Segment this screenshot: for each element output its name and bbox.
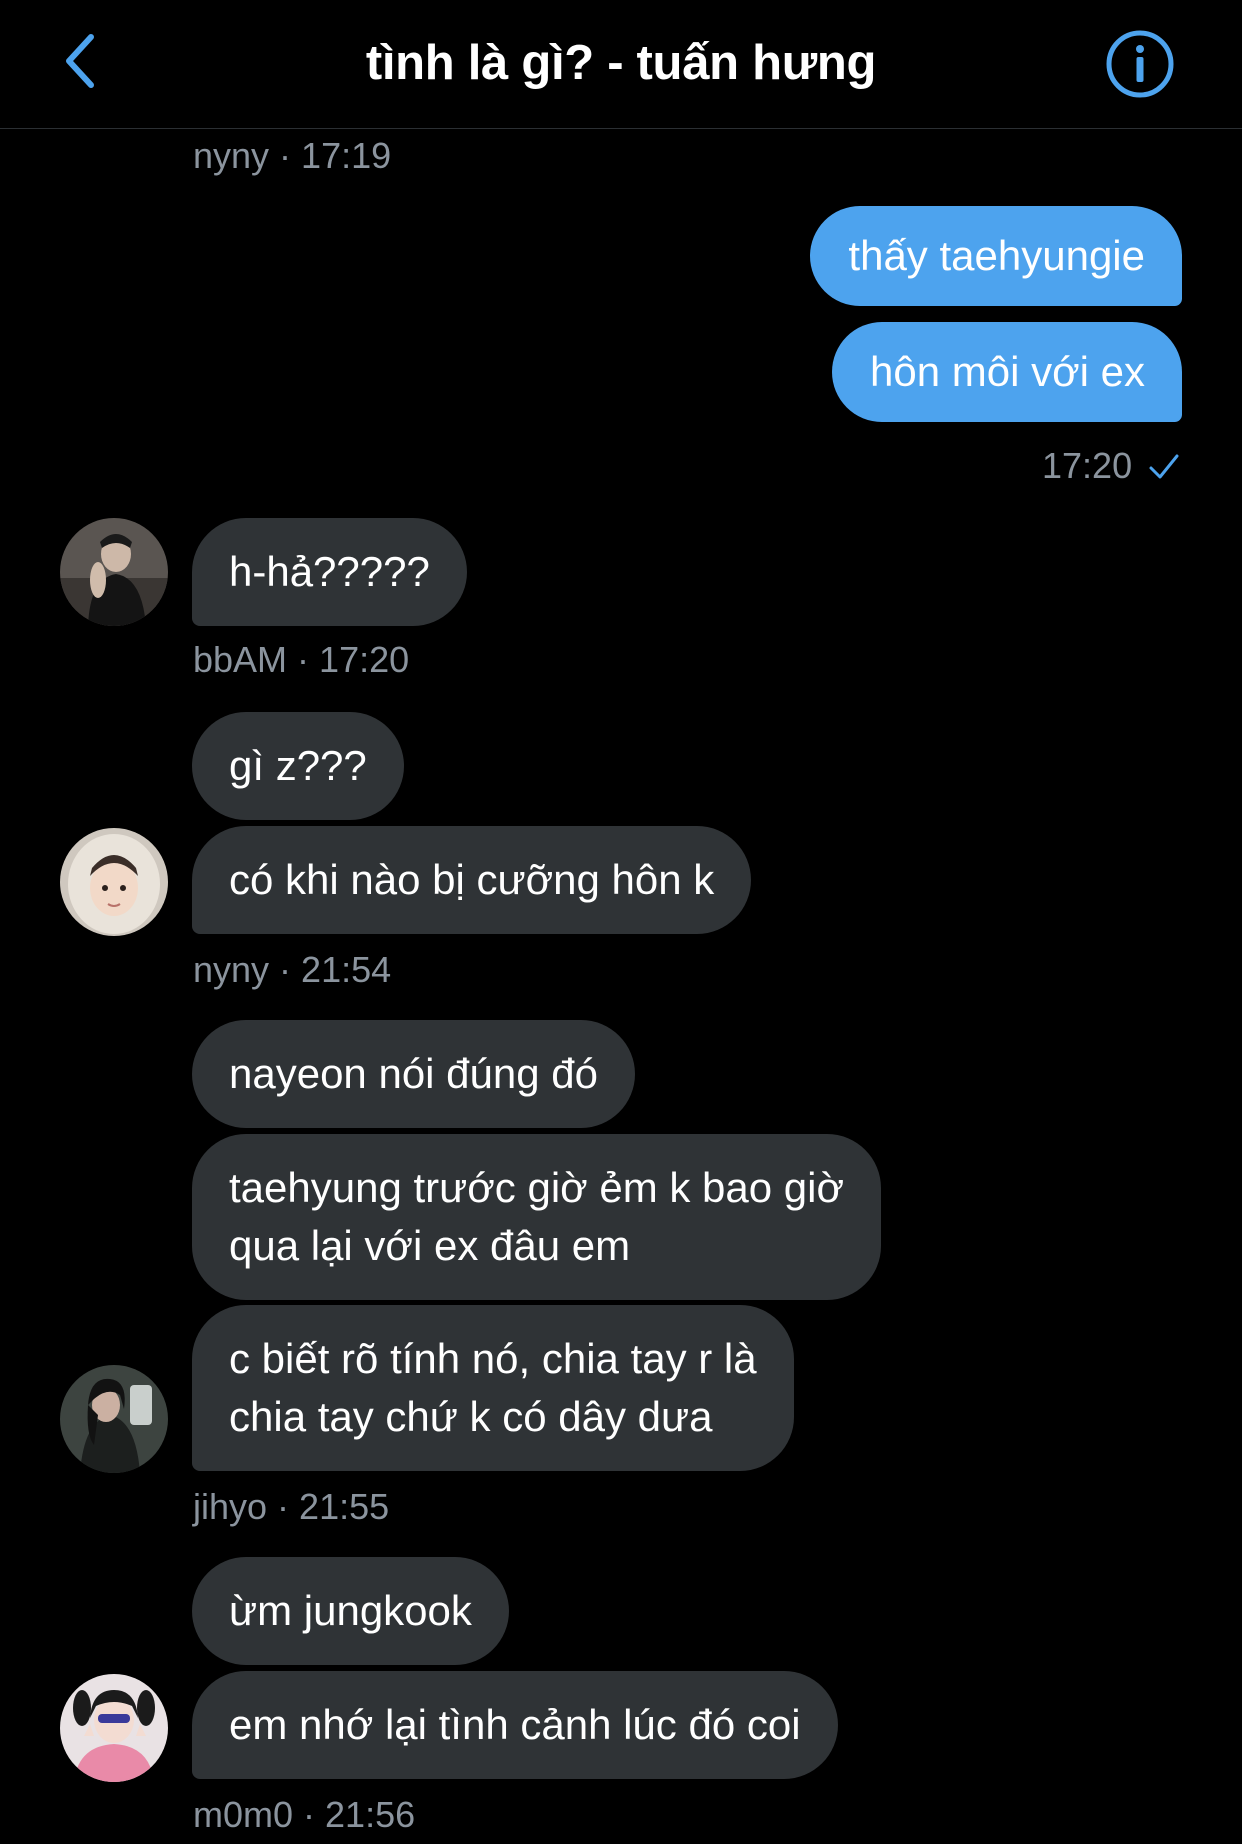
info-button[interactable] bbox=[1104, 28, 1176, 100]
outgoing-message[interactable]: thấy taehyungie bbox=[810, 206, 1182, 306]
conversation-header: tình là gì? - tuấn hưng bbox=[0, 0, 1242, 129]
back-button[interactable] bbox=[44, 26, 114, 96]
message-time: 17:20 bbox=[1042, 445, 1133, 486]
avatar-photo bbox=[60, 1365, 168, 1473]
sender-name: m0m0 bbox=[193, 1794, 294, 1835]
avatar[interactable] bbox=[60, 1674, 168, 1782]
info-circle-icon bbox=[1106, 30, 1174, 98]
message-meta: bbAM · 17:20 bbox=[193, 638, 409, 682]
incoming-message[interactable]: c biết rõ tính nó, chia tay r là chia ta… bbox=[192, 1305, 794, 1471]
avatar[interactable] bbox=[60, 828, 168, 936]
chevron-left-icon bbox=[66, 34, 94, 88]
message-text-line: taehyung trước giờ ẻm k bao giờ bbox=[229, 1164, 845, 1211]
meta-separator: · bbox=[293, 1794, 326, 1835]
message-text-line: c biết rõ tính nó, chia tay r là bbox=[229, 1335, 757, 1382]
message-text-line: chia tay chứ k có dây dưa bbox=[229, 1393, 713, 1440]
message-meta: m0m0 · 21:56 bbox=[193, 1793, 415, 1837]
sender-name: bbAM bbox=[193, 639, 288, 680]
message-text: em nhớ lại tình cảnh lúc đó coi bbox=[229, 1701, 801, 1748]
outgoing-message[interactable]: hôn môi với ex bbox=[832, 322, 1182, 422]
incoming-message[interactable]: ừm jungkook bbox=[192, 1557, 509, 1665]
checkmark-icon bbox=[1149, 454, 1179, 479]
message-text: ừm jungkook bbox=[229, 1587, 472, 1634]
message-text: thấy taehyungie bbox=[848, 232, 1145, 279]
avatar-photo bbox=[60, 828, 168, 936]
incoming-message[interactable]: h-hả????? bbox=[192, 518, 467, 626]
incoming-message[interactable]: nayeon nói đúng đó bbox=[192, 1020, 635, 1128]
meta-separator: · bbox=[269, 949, 302, 990]
message-meta: jihyo · 21:55 bbox=[193, 1485, 389, 1529]
message-time: 21:54 bbox=[301, 949, 392, 990]
incoming-message[interactable]: gì z??? bbox=[192, 712, 404, 820]
message-time: 17:19 bbox=[301, 135, 392, 176]
message-text-line: qua lại với ex đâu em bbox=[229, 1222, 631, 1269]
meta-separator: · bbox=[267, 1486, 300, 1527]
sender-name: jihyo bbox=[193, 1486, 268, 1527]
message-meta: 17:20 bbox=[1042, 444, 1132, 488]
message-time: 21:55 bbox=[299, 1486, 390, 1527]
meta-separator: · bbox=[269, 135, 302, 176]
sender-name: nyny bbox=[193, 135, 270, 176]
avatar-photo bbox=[60, 1674, 168, 1782]
conversation-title[interactable]: tình là gì? - tuấn hưng bbox=[200, 30, 1042, 100]
avatar[interactable] bbox=[60, 1365, 168, 1473]
meta-separator: · bbox=[287, 639, 320, 680]
avatar-photo bbox=[60, 518, 168, 626]
message-time: 17:20 bbox=[319, 639, 410, 680]
message-text: hôn môi với ex bbox=[870, 348, 1145, 395]
incoming-message[interactable]: em nhớ lại tình cảnh lúc đó coi bbox=[192, 1671, 838, 1779]
incoming-message[interactable]: có khi nào bị cưỡng hôn k bbox=[192, 826, 752, 934]
avatar[interactable] bbox=[60, 518, 168, 626]
message-text: h-hả????? bbox=[229, 548, 430, 595]
sender-name: nyny bbox=[193, 949, 270, 990]
message-text: có khi nào bị cưỡng hôn k bbox=[229, 856, 715, 903]
message-text: gì z??? bbox=[229, 742, 367, 789]
message-time: 21:56 bbox=[325, 1794, 416, 1835]
message-text: nayeon nói đúng đó bbox=[229, 1050, 598, 1097]
message-meta: nyny · 21:54 bbox=[193, 948, 391, 992]
message-meta: nyny · 17:19 bbox=[193, 134, 391, 178]
incoming-message[interactable]: taehyung trước giờ ẻm k bao giờ qua lại … bbox=[192, 1134, 882, 1300]
